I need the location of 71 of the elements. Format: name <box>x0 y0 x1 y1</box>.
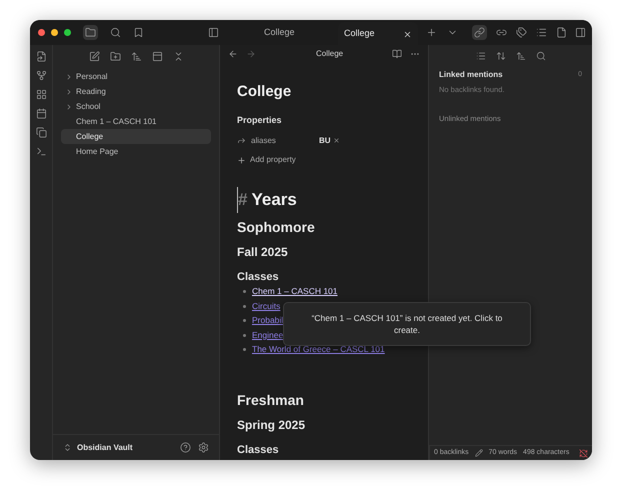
sync-off-icon[interactable] <box>579 448 588 458</box>
heading: Classes <box>237 270 280 284</box>
reading-view-icon[interactable] <box>392 49 402 59</box>
sidebar-toggle-icon[interactable] <box>208 27 219 38</box>
file-tree-item[interactable]: Home Page <box>61 144 211 159</box>
note-link[interactable]: Probabil <box>252 315 284 326</box>
file-tree-item[interactable]: School <box>61 99 211 114</box>
note-title: College <box>316 48 344 60</box>
property-name[interactable]: aliases <box>251 134 319 146</box>
file-tree-item[interactable]: Reading <box>61 84 211 99</box>
heading: Fall 2025 <box>237 244 289 260</box>
sort-icon[interactable] <box>130 50 142 62</box>
graph-icon[interactable] <box>36 70 46 81</box>
grid-icon[interactable] <box>36 89 46 100</box>
forward-icon[interactable] <box>246 49 256 59</box>
bookmark-icon[interactable] <box>133 27 144 38</box>
remove-icon[interactable] <box>332 137 340 144</box>
tags-icon[interactable] <box>516 27 527 38</box>
plus-icon <box>237 156 246 164</box>
properties-label: Properties <box>237 114 283 126</box>
file-tree-item[interactable]: Chem 1 – CASCH 101 <box>61 114 211 129</box>
settings-icon[interactable] <box>198 442 209 453</box>
copy-icon[interactable] <box>36 127 46 138</box>
section-title[interactable]: Linked mentions <box>439 69 503 81</box>
tab[interactable]: College <box>258 20 338 45</box>
search-icon[interactable] <box>110 27 121 38</box>
add-property-button[interactable]: Add property <box>237 152 418 168</box>
close-icon[interactable] <box>403 30 412 38</box>
tooltip: “Chem 1 – CASCH 101” is not created yet. Click to create. <box>283 302 531 346</box>
heading: Classes <box>237 443 280 457</box>
file-arrow-icon[interactable] <box>36 51 46 62</box>
bullet-icon <box>243 290 246 294</box>
note-title: College <box>237 83 292 101</box>
link-icon[interactable] <box>496 27 507 38</box>
link-icon[interactable] <box>474 27 485 38</box>
property-value[interactable]: BU <box>319 134 331 146</box>
panel-icon[interactable] <box>152 50 162 62</box>
file-tree-item[interactable]: Personal <box>61 69 211 84</box>
close-button[interactable] <box>38 29 45 36</box>
back-icon[interactable] <box>228 49 238 59</box>
sort-icon[interactable] <box>516 51 526 61</box>
file-icon[interactable] <box>556 27 567 38</box>
zoom-button[interactable] <box>64 29 71 36</box>
note-link[interactable]: Enginee <box>252 330 284 341</box>
minimize-button[interactable] <box>51 29 58 36</box>
switcher-icon[interactable] <box>63 443 72 452</box>
note-link[interactable]: Chem 1 – CASCH 101 <box>252 286 338 298</box>
file-tree-item[interactable]: College <box>61 129 211 144</box>
heading: Spring 2025 <box>237 418 306 433</box>
heading: Freshman <box>237 391 305 409</box>
bullet-icon <box>243 334 246 337</box>
new-folder-icon[interactable] <box>110 50 120 62</box>
new-tab-icon[interactable] <box>426 27 437 38</box>
curved-arrow-icon <box>237 136 246 145</box>
folder-icon[interactable] <box>85 27 96 38</box>
heading: Sophomore <box>237 218 316 236</box>
calendar-icon[interactable] <box>36 108 46 119</box>
vault-name[interactable]: Obsidian Vault <box>77 442 133 454</box>
expand-icon[interactable] <box>496 51 506 61</box>
pencil-icon[interactable] <box>474 449 483 457</box>
search-icon[interactable] <box>536 51 546 61</box>
bullet-icon <box>243 304 246 308</box>
bullet-icon <box>243 319 246 322</box>
note-link[interactable]: Circuits <box>252 300 280 312</box>
help-icon[interactable] <box>180 442 191 453</box>
new-note-icon[interactable] <box>88 50 100 62</box>
terminal-icon[interactable] <box>36 146 46 157</box>
note-link[interactable]: The World of Greece – CASCL 101 <box>252 344 385 356</box>
bullet-icon <box>243 348 246 352</box>
sidebar-toggle-icon[interactable] <box>575 27 586 38</box>
heading: Years <box>251 189 297 211</box>
